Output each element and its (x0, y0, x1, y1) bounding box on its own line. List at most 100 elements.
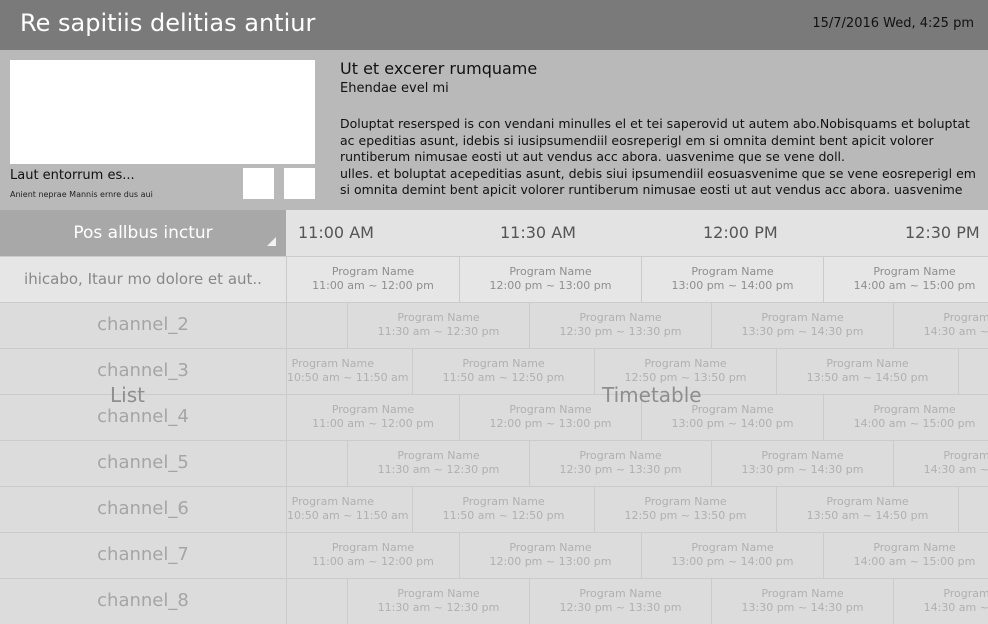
program-cell[interactable]: Program Name 10:50 am ~ 11:50 am (287, 487, 413, 532)
program-name: Program Name (579, 587, 662, 600)
program-cell[interactable]: Program Name 11:00 am ~ 12:00 pm (287, 533, 460, 578)
program-cell[interactable]: Program Name 11:50 am ~ 12:50 pm (413, 349, 595, 394)
program-cell[interactable]: Program Name 13:00 pm ~ 14:00 pm (642, 395, 824, 440)
program-name: Program Name (943, 311, 988, 324)
program-cell[interactable]: Program Name 13:00 pm ~ 14:00 pm (642, 257, 824, 302)
program-cell[interactable]: Program Name 14:00 am ~ 15:00 pm (824, 533, 988, 578)
program-info-panel: Laut entorrum es... Anient neprae Mannis… (0, 50, 988, 210)
program-name: Program Name (691, 265, 774, 278)
program-name: Program Name (873, 541, 956, 554)
program-name: Program Name (691, 541, 774, 554)
program-cell[interactable]: Program Name 11:00 am ~ 12:00 pm (287, 257, 460, 302)
program-cell[interactable] (287, 441, 348, 486)
corner-indicator-icon (267, 237, 276, 246)
channel-name: channel_6 (97, 498, 189, 519)
program-cell[interactable]: Program Name 11:30 am ~ 12:30 pm (348, 303, 530, 348)
channel-row[interactable]: channel_4 (0, 394, 286, 440)
program-cell[interactable]: Program Name 13:30 pm ~ 14:30 pm (712, 303, 894, 348)
program-name: Program Name (959, 495, 988, 509)
timetable-row: Program Name 11:00 am ~ 12:00 pm Program N… (287, 394, 988, 440)
timetable-row: Program Name 11:30 am ~ 12:30 pm Program N… (287, 578, 988, 624)
video-preview[interactable] (10, 60, 315, 164)
option-button-1[interactable] (243, 168, 274, 199)
channel-row[interactable]: ihicabo, Itaur mo dolore et aut.. (0, 256, 286, 302)
program-cell[interactable]: Program Name 11:30 am ~ 12:30 pm (348, 579, 530, 624)
channel-name: channel_4 (97, 406, 189, 427)
program-cell[interactable]: Program Name14:50 am ~ 15:50 pm (959, 487, 988, 532)
program-cell[interactable] (287, 303, 348, 348)
program-time: 11:30 am ~ 12:30 pm (377, 325, 500, 338)
list-header[interactable]: Pos allbus inctur (0, 210, 286, 256)
program-time: 14:00 am ~ 15:00 pm (853, 279, 976, 292)
timetable-grid: Program Name 11:00 am ~ 12:00 pm Program N… (286, 256, 988, 624)
program-cell[interactable]: Program Name 11:50 am ~ 12:50 pm (413, 487, 595, 532)
program-cell[interactable]: Program Name14:30 am ~ 15:30 pm (894, 579, 988, 624)
program-time: 11:00 am ~ 12:00 pm (312, 279, 434, 292)
channel-row[interactable]: channel_3 (0, 348, 286, 394)
program-time: 13:00 pm ~ 14:00 pm (671, 417, 794, 430)
program-name: Program Name (331, 265, 415, 278)
time-slot-label: 11:30 AM (500, 223, 576, 242)
program-cell[interactable]: Program Name14:30 am ~ 15:30 pm (894, 303, 988, 348)
program-cell[interactable]: Program Name 12:30 pm ~ 13:30 pm (530, 579, 712, 624)
program-time: 14:30 am ~ 15:30 pm (923, 601, 988, 614)
channel-row[interactable]: channel_2 (0, 302, 286, 348)
program-time: 10:50 am ~ 11:50 am (287, 371, 409, 384)
program-time: 12:30 pm ~ 13:30 pm (559, 463, 682, 476)
program-cell[interactable]: Program Name 14:00 am ~ 15:00 pm (824, 395, 988, 440)
program-name: Program Name (691, 403, 774, 416)
program-name: Program Name (509, 403, 592, 416)
program-cell[interactable]: Program Name 11:30 am ~ 12:30 pm (348, 441, 530, 486)
program-cell[interactable]: Program Name14:50 am ~ 15:50 pm (959, 349, 988, 394)
program-name: Program Name (579, 449, 662, 462)
time-slot-label: 12:30 PM (905, 223, 980, 242)
option-button-2[interactable] (284, 168, 315, 199)
program-cell[interactable]: Program Name 13:50 am ~ 14:50 pm (777, 349, 959, 394)
program-time: 11:00 am ~ 12:00 pm (312, 417, 434, 430)
program-cell[interactable]: Program Name 13:00 pm ~ 14:00 pm (642, 533, 824, 578)
timetable-row: Program Name 11:30 am ~ 12:30 pm Program N… (287, 440, 988, 486)
channel-row[interactable]: channel_5 (0, 440, 286, 486)
program-time: 11:50 am ~ 12:50 pm (442, 371, 565, 384)
program-time: 12:50 pm ~ 13:50 pm (624, 509, 747, 522)
program-cell[interactable]: Program Name 12:50 pm ~ 13:50 pm (595, 487, 777, 532)
program-title: Ut et excerer rumquame (340, 59, 538, 78)
program-time: 14:30 am ~ 15:30 pm (923, 463, 988, 476)
program-cell[interactable]: Program Name14:30 am ~ 15:30 pm (894, 441, 988, 486)
program-cell[interactable]: Program Name 13:30 pm ~ 14:30 pm (712, 579, 894, 624)
program-time: 11:30 am ~ 12:30 pm (377, 463, 500, 476)
program-name: Program Name (873, 403, 956, 416)
program-cell[interactable] (287, 579, 348, 624)
channel-name: channel_8 (97, 590, 189, 611)
program-time: 14:00 am ~ 15:00 pm (853, 417, 976, 430)
time-slot-label: 12:00 PM (703, 223, 778, 242)
program-time: 13:30 pm ~ 14:30 pm (741, 463, 864, 476)
program-cell[interactable]: Program Name 12:00 pm ~ 13:00 pm (460, 257, 642, 302)
program-cell[interactable]: Program Name 13:50 am ~ 14:50 pm (777, 487, 959, 532)
title-bar: Re sapitiis delitias antiur 15/7/2016 We… (0, 0, 988, 50)
time-header: 11:00 AM 11:30 AM 12:00 PM 12:30 PM (286, 210, 988, 256)
timetable-row: Program Name 10:50 am ~ 11:50 am Program N… (287, 486, 988, 532)
program-cell[interactable]: Program Name 12:00 pm ~ 13:00 pm (460, 533, 642, 578)
program-cell[interactable]: Program Name 12:00 pm ~ 13:00 pm (460, 395, 642, 440)
time-slot-label: 11:00 AM (298, 223, 374, 242)
program-name: Program Name (959, 357, 988, 371)
program-cell[interactable]: Program Name 10:50 am ~ 11:50 am (287, 349, 413, 394)
channel-row[interactable]: channel_8 (0, 578, 286, 624)
list-header-label: Pos allbus inctur (73, 223, 213, 243)
preview-subtitle: Anient neprae Mannis ernre dus aui (10, 190, 153, 199)
program-time: 11:00 am ~ 12:00 pm (312, 555, 434, 568)
program-cell[interactable]: Program Name 12:30 pm ~ 13:30 pm (530, 303, 712, 348)
channel-name: channel_7 (97, 544, 189, 565)
program-name: Program Name (291, 495, 374, 508)
program-cell[interactable]: Program Name 14:00 am ~ 15:00 pm (824, 257, 988, 302)
program-cell[interactable]: Program Name 12:50 pm ~ 13:50 pm (595, 349, 777, 394)
program-name: Program Name (761, 449, 844, 462)
channel-row[interactable]: channel_6 (0, 486, 286, 532)
channel-row[interactable]: channel_7 (0, 532, 286, 578)
program-subtitle: Ehendae evel mi (340, 81, 449, 96)
program-cell[interactable]: Program Name 11:00 am ~ 12:00 pm (287, 395, 460, 440)
channel-name: channel_3 (97, 360, 189, 381)
program-cell[interactable]: Program Name 13:30 pm ~ 14:30 pm (712, 441, 894, 486)
program-cell[interactable]: Program Name 12:30 pm ~ 13:30 pm (530, 441, 712, 486)
